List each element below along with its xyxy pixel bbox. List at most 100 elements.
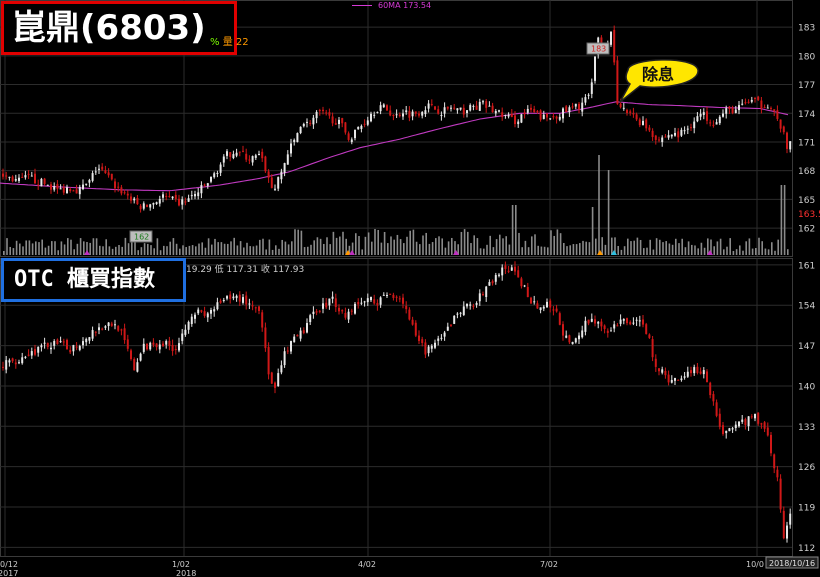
- volume-bar: [387, 243, 389, 255]
- otc-candle: [142, 343, 145, 352]
- volume-bar: [476, 238, 479, 255]
- otc-candle: [478, 293, 481, 302]
- price-candle: [347, 133, 350, 140]
- otc-candle: [606, 330, 609, 333]
- price-candle: [274, 188, 276, 190]
- price-candle: [427, 103, 430, 109]
- price-candle: [245, 153, 248, 160]
- price-candle: [699, 113, 702, 117]
- otc-candle: [139, 353, 142, 361]
- price-candle: [373, 114, 376, 116]
- volume-bar: [697, 248, 699, 255]
- otc-candle: [389, 293, 392, 295]
- otc-candle: [581, 330, 584, 338]
- otc-candle: [786, 525, 788, 539]
- volume-bar: [319, 238, 322, 255]
- price-candle: [50, 184, 52, 190]
- price-candle: [584, 97, 587, 103]
- otc-candle: [312, 311, 315, 315]
- price-candle: [664, 136, 667, 138]
- otc-candle: [50, 347, 52, 350]
- otc-candle: [738, 421, 740, 427]
- volume-bar: [182, 245, 184, 255]
- price-candle: [213, 173, 216, 178]
- volume-bar: [742, 250, 744, 255]
- price-candle: [75, 189, 78, 194]
- volume-bar: [700, 242, 703, 255]
- otc-candle: [309, 315, 312, 323]
- price-candle: [382, 104, 385, 108]
- volume-bar: [633, 240, 635, 255]
- otc-candle: [130, 350, 132, 360]
- otc-candle: [325, 302, 328, 308]
- volume-bar: [159, 250, 162, 255]
- price-candle: [238, 151, 241, 153]
- price-candle: [706, 111, 708, 121]
- price-candle: [293, 139, 296, 143]
- volume-bar: [691, 244, 693, 255]
- volume-bar: [239, 241, 242, 255]
- volume-bar: [534, 234, 536, 255]
- price-candle: [43, 178, 46, 185]
- price-candle: [434, 106, 436, 110]
- price-candle: [488, 105, 491, 107]
- price-candle: [562, 108, 564, 119]
- volume-bar: [393, 239, 395, 255]
- otc-candle: [350, 310, 353, 312]
- pct-symbol: %: [210, 37, 220, 48]
- volume-bar: [649, 239, 651, 255]
- volume-bar: [409, 230, 411, 255]
- volume-bar: [758, 237, 760, 255]
- otc-candle: [744, 419, 747, 426]
- price-candle: [30, 175, 33, 177]
- price-candle: [27, 173, 30, 175]
- price-candle: [571, 106, 574, 108]
- price-candle: [120, 187, 123, 194]
- otc-candle: [568, 335, 571, 343]
- volume-bar: [508, 244, 511, 255]
- price-candle: [306, 121, 308, 123]
- volume-bar: [185, 247, 187, 255]
- volume-bar: [540, 246, 543, 255]
- price-candle: [354, 129, 356, 139]
- otc-candle: [443, 332, 446, 337]
- price-y-tick-label: 171: [798, 138, 815, 148]
- price-candle: [171, 196, 174, 199]
- volume-bar: [268, 239, 271, 255]
- otc-candle: [306, 323, 308, 333]
- otc-candle: [488, 282, 491, 286]
- price-candle: [389, 110, 392, 116]
- otc-y-tick-label: 133: [798, 423, 815, 433]
- volume-bar: [371, 241, 373, 255]
- volume-bar: [191, 245, 194, 255]
- price-candle: [680, 129, 683, 136]
- volume-bar: [153, 248, 155, 255]
- otc-candle: [523, 285, 526, 287]
- volume-bar: [147, 243, 149, 255]
- price-candle: [709, 122, 712, 124]
- volume-bar: [716, 241, 719, 255]
- volume-bar: [188, 245, 191, 255]
- volume-bar: [527, 247, 530, 255]
- volume-bar: [671, 244, 674, 255]
- otc-candle: [158, 344, 161, 350]
- x-tick-label: 7/02: [540, 560, 558, 569]
- volume-bar: [566, 246, 568, 255]
- otc-candle: [283, 351, 286, 366]
- price-candle: [520, 114, 523, 123]
- price-candle: [139, 205, 142, 210]
- price-candle: [523, 112, 526, 115]
- volume-bar: [681, 238, 683, 255]
- price-candle: [136, 197, 139, 205]
- price-candle: [638, 119, 641, 126]
- price-candle: [462, 107, 465, 115]
- price-candle: [152, 203, 155, 205]
- otc-candle: [466, 304, 468, 307]
- volume-bar: [25, 240, 27, 255]
- price-candle: [472, 105, 475, 107]
- price-candle: [760, 100, 763, 109]
- otc-candle: [379, 297, 382, 305]
- price-candle: [744, 102, 747, 104]
- volume-bar: [783, 185, 786, 255]
- price-candle: [594, 56, 596, 81]
